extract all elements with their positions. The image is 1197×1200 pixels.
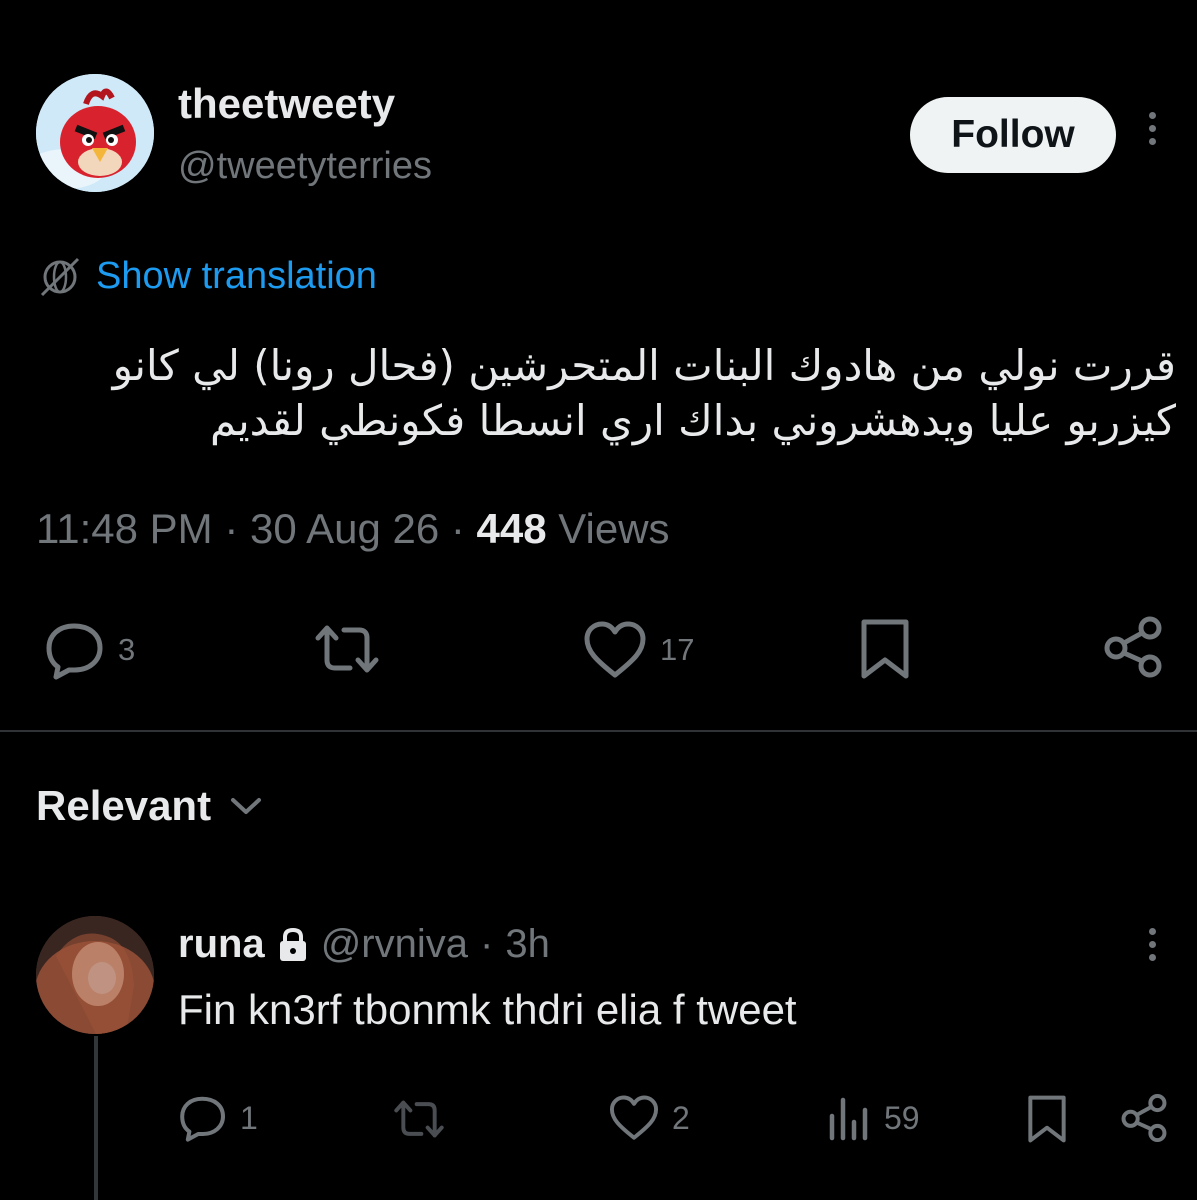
lock-icon	[279, 927, 306, 961]
tweet-text: قررت نولي من هادوك البنات المتحرشين (فحا…	[112, 341, 1176, 445]
show-translation-label: Show translation	[96, 254, 377, 297]
reply-avatar-image	[36, 916, 154, 1034]
views-icon	[829, 1097, 868, 1141]
like-icon	[584, 621, 646, 678]
author-handle[interactable]: @tweetyterries	[178, 145, 432, 188]
reply-sort-dropdown[interactable]: Relevant	[36, 782, 263, 830]
share-button[interactable]	[1100, 614, 1166, 680]
reply-author-handle[interactable]: @rvniva	[321, 922, 468, 967]
reply-like-button[interactable]: 2	[608, 1094, 690, 1142]
avatar[interactable]	[36, 916, 154, 1034]
reply-repost-button[interactable]	[390, 1096, 448, 1142]
bookmark-icon	[1028, 1095, 1066, 1143]
bookmark-button[interactable]	[856, 616, 914, 682]
reply-icon	[46, 623, 103, 680]
reply-views-button[interactable]: 59	[826, 1094, 920, 1142]
reply-like-count: 2	[672, 1099, 690, 1136]
thread-line	[94, 1036, 98, 1200]
views-label: Views	[558, 505, 670, 552]
reply-bookmark-button[interactable]	[1024, 1092, 1070, 1146]
meta-separator: ·	[450, 505, 465, 552]
reply-text: Fin kn3rf tbonmk thdri elia f tweet	[178, 986, 797, 1033]
chevron-down-icon	[231, 798, 262, 814]
reply-time[interactable]: 3h	[505, 922, 550, 967]
more-icon[interactable]	[1140, 928, 1164, 972]
author-display-name[interactable]: theetweety	[178, 80, 395, 128]
reply-icon	[180, 1096, 225, 1142]
reply-reply-button[interactable]: 1	[178, 1094, 258, 1142]
reply-views-count: 59	[884, 1099, 920, 1136]
repost-button[interactable]	[310, 620, 384, 678]
tweet-time[interactable]: 11:48 PM	[36, 505, 213, 552]
follow-button[interactable]: Follow	[910, 97, 1116, 173]
tweet-detail-page: theetweety @tweetyterries Follow Show tr…	[0, 0, 1197, 1200]
reply-share-button[interactable]	[1118, 1092, 1170, 1144]
show-translation-link[interactable]: Show translation	[38, 252, 377, 300]
reply-sort-label: Relevant	[36, 782, 212, 829]
repost-icon	[394, 1100, 444, 1138]
reply-button[interactable]: 3	[44, 620, 135, 680]
views-count: 448	[476, 505, 547, 552]
tweet-meta: 11:48 PM · 30 Aug 26 · 448 Views	[36, 505, 670, 553]
like-icon	[609, 1095, 659, 1140]
meta-separator: ·	[224, 505, 239, 552]
share-icon	[1104, 616, 1162, 678]
translate-globe-icon	[40, 257, 80, 297]
share-icon	[1121, 1093, 1167, 1143]
section-divider	[0, 730, 1197, 732]
bookmark-icon	[861, 619, 909, 679]
avatar[interactable]	[36, 74, 154, 192]
tweet-date[interactable]: 30 Aug 26	[250, 505, 439, 552]
repost-icon	[315, 625, 379, 673]
reply-count: 3	[118, 632, 136, 667]
reply-author-name[interactable]: runa	[178, 922, 265, 967]
more-icon[interactable]	[1140, 112, 1164, 156]
angry-bird-avatar-image	[36, 74, 154, 192]
like-button[interactable]: 17	[582, 620, 694, 680]
reply-reply-count: 1	[240, 1099, 258, 1136]
meta-separator: ·	[480, 922, 494, 966]
reply-header: runa @rvniva · 3h	[178, 922, 550, 967]
like-count: 17	[660, 632, 695, 667]
